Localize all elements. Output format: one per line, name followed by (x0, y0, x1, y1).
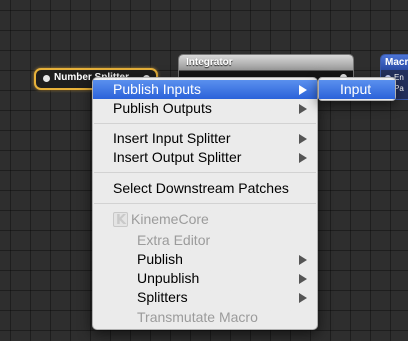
menu-item-insert-input-splitter[interactable]: Insert Input Splitter (93, 129, 317, 148)
submenu-arrow-icon (299, 85, 307, 95)
menu-separator (94, 172, 316, 173)
submenu-arrow-icon (299, 134, 307, 144)
menu-item-select-downstream-patches[interactable]: Select Downstream Patches (93, 179, 317, 198)
submenu-arrow-icon (299, 104, 307, 114)
input-port[interactable] (43, 75, 50, 82)
submenu-arrow-icon (299, 274, 307, 284)
patch-header: Macro (381, 55, 408, 70)
submenu-arrow-icon (299, 293, 307, 303)
menu-item-unpublish[interactable]: Unpublish (93, 269, 317, 288)
menu-item-publish-inputs[interactable]: Publish Inputs (93, 80, 317, 99)
menu-item-extra-editor: Extra Editor (137, 232, 211, 248)
menu-item-insert-output-splitter[interactable]: Insert Output Splitter (93, 148, 317, 167)
menu-item-kinemecore: KinemeCore (93, 210, 317, 230)
menu-item-splitters[interactable]: Splitters (93, 288, 317, 307)
submenu-item-input[interactable]: Input (319, 80, 395, 99)
menu-separator (94, 123, 316, 124)
submenu-arrow-icon (299, 255, 307, 265)
menu-item-publish[interactable]: Publish (93, 250, 317, 269)
submenu-arrow-icon (299, 153, 307, 163)
patch-title: Integrator (186, 57, 233, 68)
patch-header: Integrator (179, 55, 353, 71)
menu-item-publish-outputs[interactable]: Publish Outputs (93, 99, 317, 118)
menu-separator (94, 203, 316, 204)
publish-inputs-submenu: Input (318, 77, 396, 101)
patch-title: Macro (385, 57, 408, 68)
menu-item-transmutate-macro: Transmutate Macro (137, 309, 258, 325)
context-menu: Publish Inputs Publish Outputs Insert In… (92, 77, 318, 330)
kineme-k-icon (113, 211, 128, 230)
